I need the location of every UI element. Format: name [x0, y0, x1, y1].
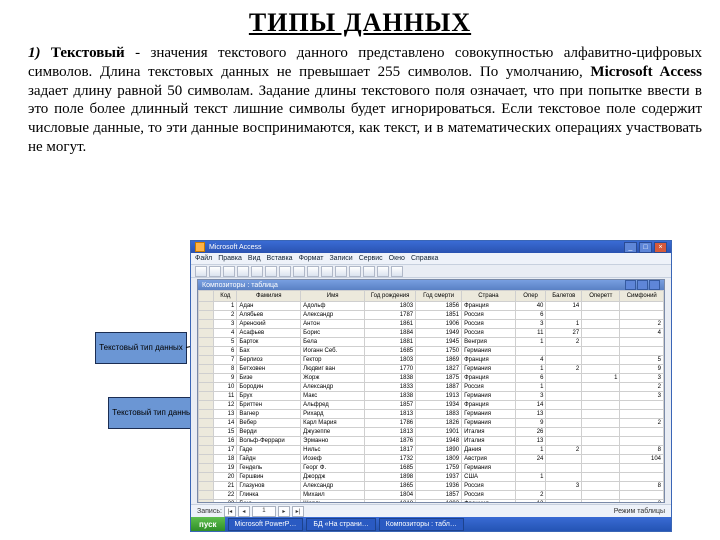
access-icon [195, 242, 205, 252]
nav-next-button[interactable]: ▸ [278, 506, 290, 517]
toolbar-button[interactable] [223, 266, 235, 277]
column-header[interactable]: Год рождения [365, 291, 416, 302]
nav-prev-button[interactable]: ◂ [238, 506, 250, 517]
toolbar-button[interactable] [293, 266, 305, 277]
column-header[interactable]: Страна [462, 291, 516, 302]
toolbar-button[interactable] [349, 266, 361, 277]
column-header[interactable]: Оперетт [582, 291, 620, 302]
column-header[interactable] [199, 291, 214, 302]
toolbar [191, 265, 671, 278]
table-row[interactable]: 7БерлиозГектор18031869Франция45 [199, 356, 664, 365]
table-row[interactable]: 3АренскийАнтон18611906Россия312 [199, 320, 664, 329]
column-header[interactable]: Фамилия [237, 291, 301, 302]
table-row[interactable]: 17ГадеНильс18171890Дания128 [199, 446, 664, 455]
table-row[interactable]: 6БахИоганн Себ.16851750Германия [199, 347, 664, 356]
column-header[interactable]: Опер [515, 291, 546, 302]
datasheet-window: Композиторы : таблица КодФамилияИмяГод р… [197, 279, 665, 503]
table-row[interactable]: 15ВердиДжузеппе18131901Италия26 [199, 428, 664, 437]
table-row[interactable]: 8БетховенЛюдвиг ван17701827Германия129 [199, 365, 664, 374]
callout-text-type-2: Текстовый тип данных [108, 397, 200, 429]
child-close-button[interactable] [649, 280, 660, 290]
paragraph-1: 1) Текстовый - значения текстового данно… [28, 44, 702, 157]
toolbar-button[interactable] [265, 266, 277, 277]
table-row[interactable]: 18ГайднЙозеф17321809Австрия24104 [199, 455, 664, 464]
table-row[interactable]: 10БородинАлександр18331887Россия12 [199, 383, 664, 392]
toolbar-button[interactable] [209, 266, 221, 277]
table-row[interactable]: 5БартокБела18811945Венгрия12 [199, 338, 664, 347]
toolbar-button[interactable] [307, 266, 319, 277]
toolbar-button[interactable] [391, 266, 403, 277]
table-row[interactable]: 22ГлинкаМихаил18041857Россия2 [199, 491, 664, 500]
table-row[interactable]: 19ГендельГеорг Ф.16851759Германия [199, 464, 664, 473]
titlebar: Microsoft Access _ □ × [191, 241, 671, 253]
page-title: ТИПЫ ДАННЫХ [0, 8, 720, 38]
access-window: Microsoft Access _ □ × Файл Правка Вид В… [190, 240, 672, 532]
nav-first-button[interactable]: |◂ [224, 506, 236, 517]
toolbar-button[interactable] [335, 266, 347, 277]
minimize-button[interactable]: _ [624, 242, 637, 253]
toolbar-button[interactable] [279, 266, 291, 277]
table-row[interactable]: 14ВеберКарл Мария17861826Германия92 [199, 419, 664, 428]
table-row[interactable]: 2АлябьевАлександр17871851Россия6 [199, 311, 664, 320]
table-row[interactable]: 21ГлазуновАлександр18651936Россия38 [199, 482, 664, 491]
datasheet-grid[interactable]: КодФамилияИмяГод рожденияГод смертиСтран… [198, 290, 664, 502]
menu-format[interactable]: Формат [299, 255, 324, 262]
table-row[interactable]: 20ГершвинДжордж18981937США1 [199, 473, 664, 482]
child-minimize-button[interactable] [625, 280, 636, 290]
column-header[interactable]: Имя [301, 291, 365, 302]
table-row[interactable]: 11БрухМакс18381913Германия33 [199, 392, 664, 401]
nav-last-button[interactable]: ▸| [292, 506, 304, 517]
table-row[interactable]: 23ГуноШарль18181893Франция122 [199, 500, 664, 503]
maximize-button[interactable]: □ [639, 242, 652, 253]
nav-current[interactable]: 1 [252, 506, 276, 517]
close-button[interactable]: × [654, 242, 667, 253]
menu-view[interactable]: Вид [248, 255, 261, 262]
status-text: Режим таблицы [614, 508, 665, 515]
menu-edit[interactable]: Правка [218, 255, 242, 262]
datasheet-title: Композиторы : таблица [202, 282, 278, 289]
menu-help[interactable]: Справка [411, 255, 438, 262]
column-header[interactable]: Симфоний [620, 291, 664, 302]
menu-window[interactable]: Окно [389, 255, 405, 262]
table-row[interactable]: 13ВагнерРихард18131883Германия13 [199, 410, 664, 419]
column-header[interactable]: Балетов [546, 291, 582, 302]
taskbar: пуск Microsoft PowerP… БД «На страни… Ко… [191, 517, 671, 531]
start-button[interactable]: пуск [191, 517, 225, 531]
taskbar-item[interactable]: Microsoft PowerP… [228, 518, 304, 531]
child-maximize-button[interactable] [637, 280, 648, 290]
toolbar-button[interactable] [377, 266, 389, 277]
toolbar-button[interactable] [321, 266, 333, 277]
toolbar-button[interactable] [363, 266, 375, 277]
table-row[interactable]: 1АданАдольф18031856Франция4014 [199, 302, 664, 311]
window-title: Microsoft Access [209, 244, 262, 251]
menu-tools[interactable]: Сервис [359, 255, 383, 262]
menu-records[interactable]: Записи [329, 255, 352, 262]
column-header[interactable]: Год смерти [416, 291, 462, 302]
taskbar-item[interactable]: Композиторы : табл… [379, 518, 464, 531]
record-navigator: Запись: |◂ ◂ 1 ▸ ▸| Режим таблицы [191, 504, 671, 517]
toolbar-button[interactable] [195, 266, 207, 277]
menu-file[interactable]: Файл [195, 255, 212, 262]
table-row[interactable]: 16Вольф-ФеррариЭрманно18761948Италия13 [199, 437, 664, 446]
datasheet-titlebar: Композиторы : таблица [198, 280, 664, 290]
table-row[interactable]: 9БизеЖорж18381875Франция613 [199, 374, 664, 383]
table-row[interactable]: 12БриттенАльфред18571934Франция14 [199, 401, 664, 410]
taskbar-item[interactable]: БД «На страни… [306, 518, 375, 531]
toolbar-button[interactable] [237, 266, 249, 277]
table-row[interactable]: 4АсафьевБорис18841949Россия11274 [199, 329, 664, 338]
toolbar-button[interactable] [251, 266, 263, 277]
nav-label: Запись: [197, 508, 222, 515]
menu-insert[interactable]: Вставка [267, 255, 293, 262]
column-header[interactable]: Код [214, 291, 237, 302]
menubar: Файл Правка Вид Вставка Формат Записи Се… [191, 253, 671, 265]
callout-text-type-1: Текстовый тип данных [95, 332, 187, 364]
